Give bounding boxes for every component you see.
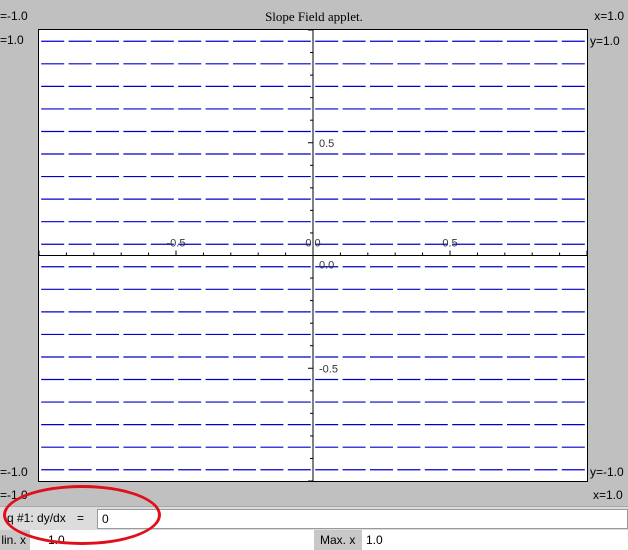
equals-sign: = [77,511,85,525]
y-max-left-label: =1.0 [0,33,24,47]
equation-label: q #1: dy/dx [7,511,66,525]
max-x-input[interactable] [362,530,628,550]
max-x-label: Max. x [314,530,362,550]
y-min-left-label: =-1.0 [0,465,28,479]
min-x-label: lin. x [0,530,30,550]
equation-row: q #1: dy/dx = [0,506,628,530]
x-tick-label: 0.0 [305,238,320,250]
x-max-label: x=1.0 [594,9,624,23]
range-row: lin. x Max. x [0,530,628,550]
equation-input[interactable] [97,509,628,529]
y-tick-label: -0.5 [319,363,338,375]
slope-field-plot[interactable]: -0.5 0.0 0.5 0.5 0.0 -0.5 [38,29,588,482]
x-min-bottom-label: =-1.0 [0,488,28,502]
y-min-right-label: y=-1.0 [590,465,624,479]
x-tick-label: 0.5 [442,238,457,250]
y-tick-label: 0.0 [319,260,334,272]
slope-field-svg: -0.5 0.0 0.5 0.5 0.0 -0.5 [39,30,587,481]
x-max-bottom-label: x=1.0 [593,488,623,502]
y-tick-label: 0.5 [319,138,334,150]
y-max-right-label: y=1.0 [590,34,620,48]
applet-title: Slope Field applet. [265,9,363,24]
x-tick-label: -0.5 [167,238,186,250]
slope-field-applet: =-1.0 Slope Field applet. x=1.0 =1.0 y=1… [0,0,628,506]
min-x-input[interactable] [40,530,310,550]
